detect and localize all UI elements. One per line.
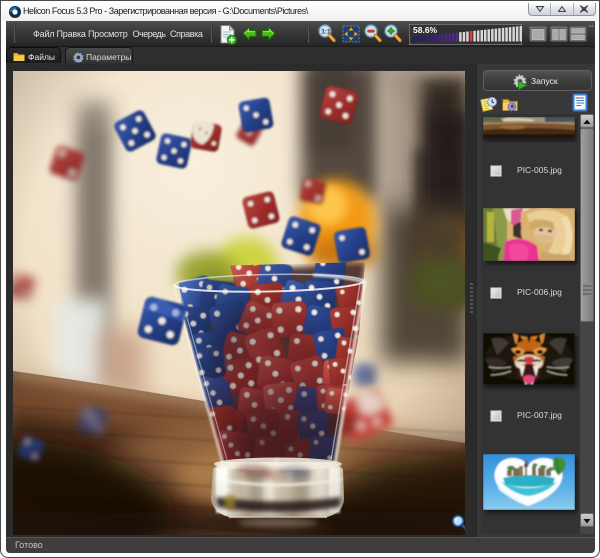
svg-text:58.6%: 58.6% bbox=[413, 25, 438, 35]
